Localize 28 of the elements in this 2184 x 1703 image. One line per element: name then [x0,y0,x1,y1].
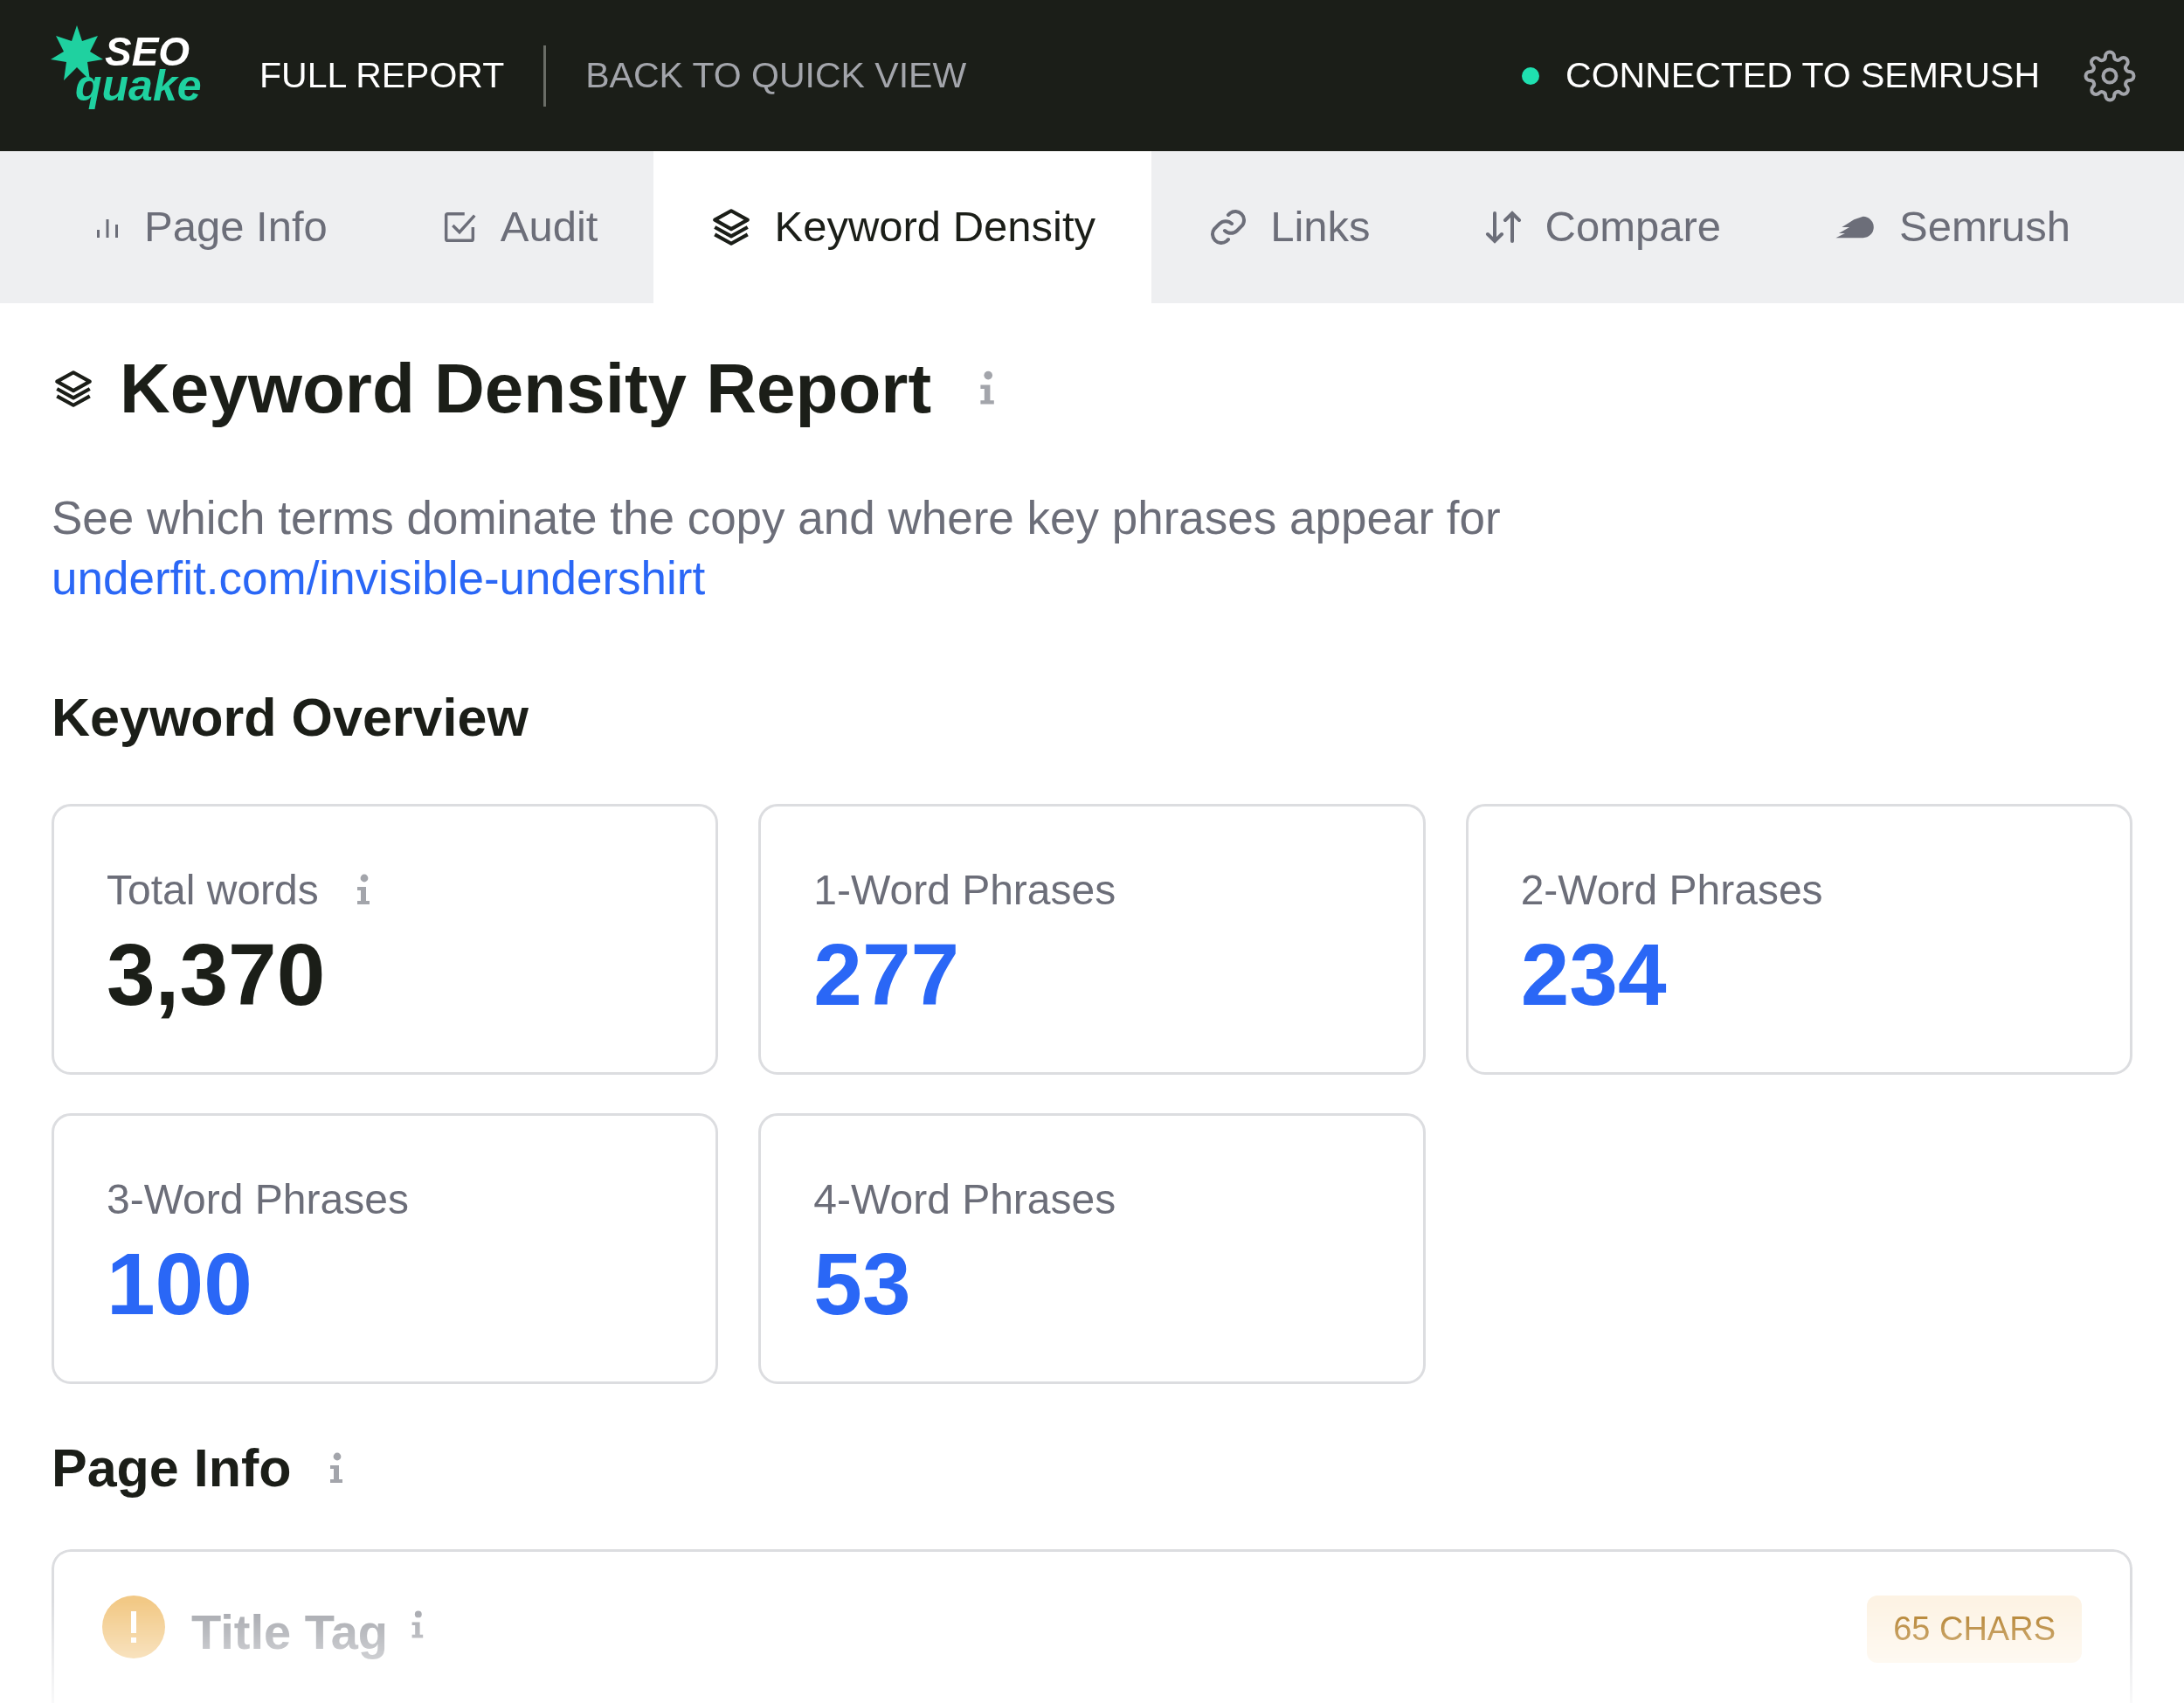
stat-label: 4-Word Phrases [813,1174,1116,1224]
report-description: See which terms dominate the copy and where key phrases appear for underfit.com/invisible-undershirt [52,491,1502,606]
stat-value: 53 [813,1233,912,1334]
tab[interactable]: Compare [1426,151,1778,303]
stat-value: 3,370 [107,924,327,1025]
char-count-badge: 65 CHARS [1867,1596,2082,1664]
stat-label: 2-Word Phrases [1520,865,1823,915]
stat-value: 277 [813,924,961,1025]
tab[interactable]: Semrush [1777,151,2127,303]
tab[interactable]: Links [1151,151,1427,303]
seoquake-logo[interactable]: SEO quake [51,25,204,126]
full-report-link[interactable]: FULL REPORT [259,48,505,103]
stat-value: 234 [1520,924,1668,1025]
page-url-link[interactable]: underfit.com/invisible-undershirt [52,551,706,604]
connection-status: CONNECTED TO SEMRUSH [1565,53,2040,97]
stat-label: 3-Word Phrases [107,1174,409,1224]
report-title: Keyword Density Report [120,349,932,429]
nav-link[interactable]: BACK TO QUICK VIEW [585,48,967,103]
section-heading: Page Info [52,1436,292,1499]
section-heading: Keyword Overview [52,686,529,749]
tab[interactable]: Page Info [0,151,384,303]
settings-icon[interactable] [2084,49,2136,102]
tab[interactable]: Audit [383,151,654,303]
stat-value: 100 [107,1233,253,1334]
tab[interactable]: Keyword Density [653,151,1152,303]
stat-label: 1-Word Phrases [813,865,1116,915]
item-title: Title Tag [191,1603,389,1662]
stat-label: Total words [107,865,319,915]
